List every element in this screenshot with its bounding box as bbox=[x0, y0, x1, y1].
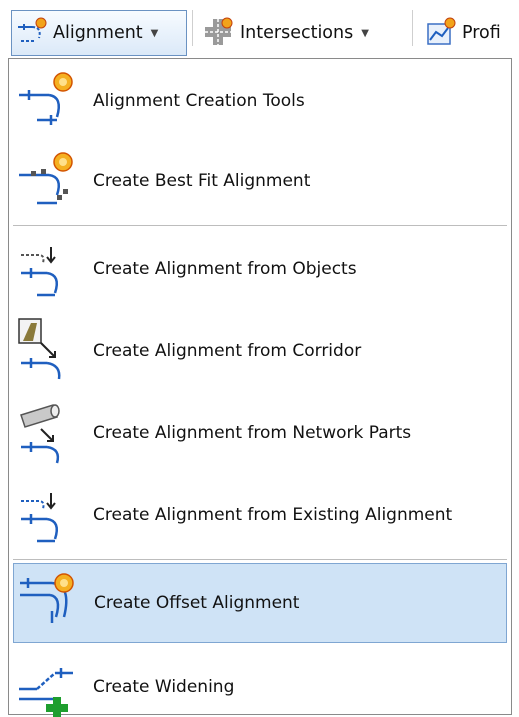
menu-item-create-best-fit-alignment[interactable]: Create Best Fit Alignment bbox=[13, 141, 507, 221]
profile-label: Profi bbox=[462, 23, 501, 43]
alignment-creation-tools-icon bbox=[19, 72, 73, 125]
widening-icon bbox=[19, 668, 73, 717]
menu-item-label: Create Alignment from Corridor bbox=[93, 341, 362, 361]
menu-item-label: Create Offset Alignment bbox=[94, 593, 300, 613]
app-window: Alignment ▼ Intersections ▼ Profi Alignm… bbox=[0, 0, 519, 717]
menu-item-alignment-creation-tools[interactable]: Alignment Creation Tools bbox=[13, 61, 507, 141]
menu-item-label: Create Alignment from Network Parts bbox=[93, 423, 412, 443]
alignment-from-objects-icon bbox=[21, 247, 58, 297]
intersections-dropdown-button[interactable]: Intersections ▼ bbox=[199, 10, 407, 56]
chevron-down-icon: ▼ bbox=[361, 27, 369, 39]
offset-alignment-icon bbox=[20, 573, 74, 623]
alignment-dropdown-button[interactable]: Alignment ▼ bbox=[11, 10, 187, 56]
menu-item-create-alignment-from-objects[interactable]: Create Alignment from Objects bbox=[13, 229, 507, 309]
menu-separator bbox=[13, 225, 507, 226]
menu-item-label: Create Best Fit Alignment bbox=[93, 171, 311, 191]
menu-separator bbox=[13, 559, 507, 560]
menu-item-label: Alignment Creation Tools bbox=[93, 91, 305, 111]
best-fit-alignment-icon bbox=[19, 152, 73, 205]
alignment-label: Alignment bbox=[53, 23, 143, 43]
menu-item-create-alignment-from-network-parts[interactable]: Create Alignment from Network Parts bbox=[13, 393, 507, 473]
intersections-label: Intersections bbox=[240, 23, 354, 43]
toolbar-separator bbox=[412, 10, 413, 46]
alignment-from-network-parts-icon bbox=[20, 404, 60, 464]
alignment-from-corridor-icon bbox=[18, 318, 61, 380]
menu-item-create-alignment-from-existing-alignment[interactable]: Create Alignment from Existing Alignment bbox=[13, 475, 507, 555]
ribbon-toolbar: Alignment ▼ Intersections ▼ Profi bbox=[0, 0, 519, 62]
menu-item-create-alignment-from-corridor[interactable]: Create Alignment from Corridor bbox=[13, 311, 507, 391]
menu-item-label: Create Alignment from Existing Alignment bbox=[93, 505, 453, 525]
menu-item-create-widening[interactable]: Create Widening bbox=[13, 647, 507, 717]
menu-item-create-offset-alignment[interactable]: Create Offset Alignment bbox=[13, 563, 507, 643]
intersections-icon bbox=[205, 17, 233, 45]
toolbar-separator bbox=[192, 10, 193, 46]
menu-item-label: Create Widening bbox=[93, 677, 235, 697]
profile-dropdown-button[interactable]: Profi bbox=[421, 10, 519, 56]
alignment-icon bbox=[18, 17, 47, 42]
chevron-down-icon: ▼ bbox=[150, 27, 159, 39]
profile-icon bbox=[427, 17, 456, 45]
menu-item-label: Create Alignment from Objects bbox=[93, 259, 357, 279]
alignment-from-existing-alignment-icon bbox=[21, 493, 58, 543]
alignment-dropdown-menu: Alignment Creation Tools Create Best Fit… bbox=[8, 58, 512, 717]
